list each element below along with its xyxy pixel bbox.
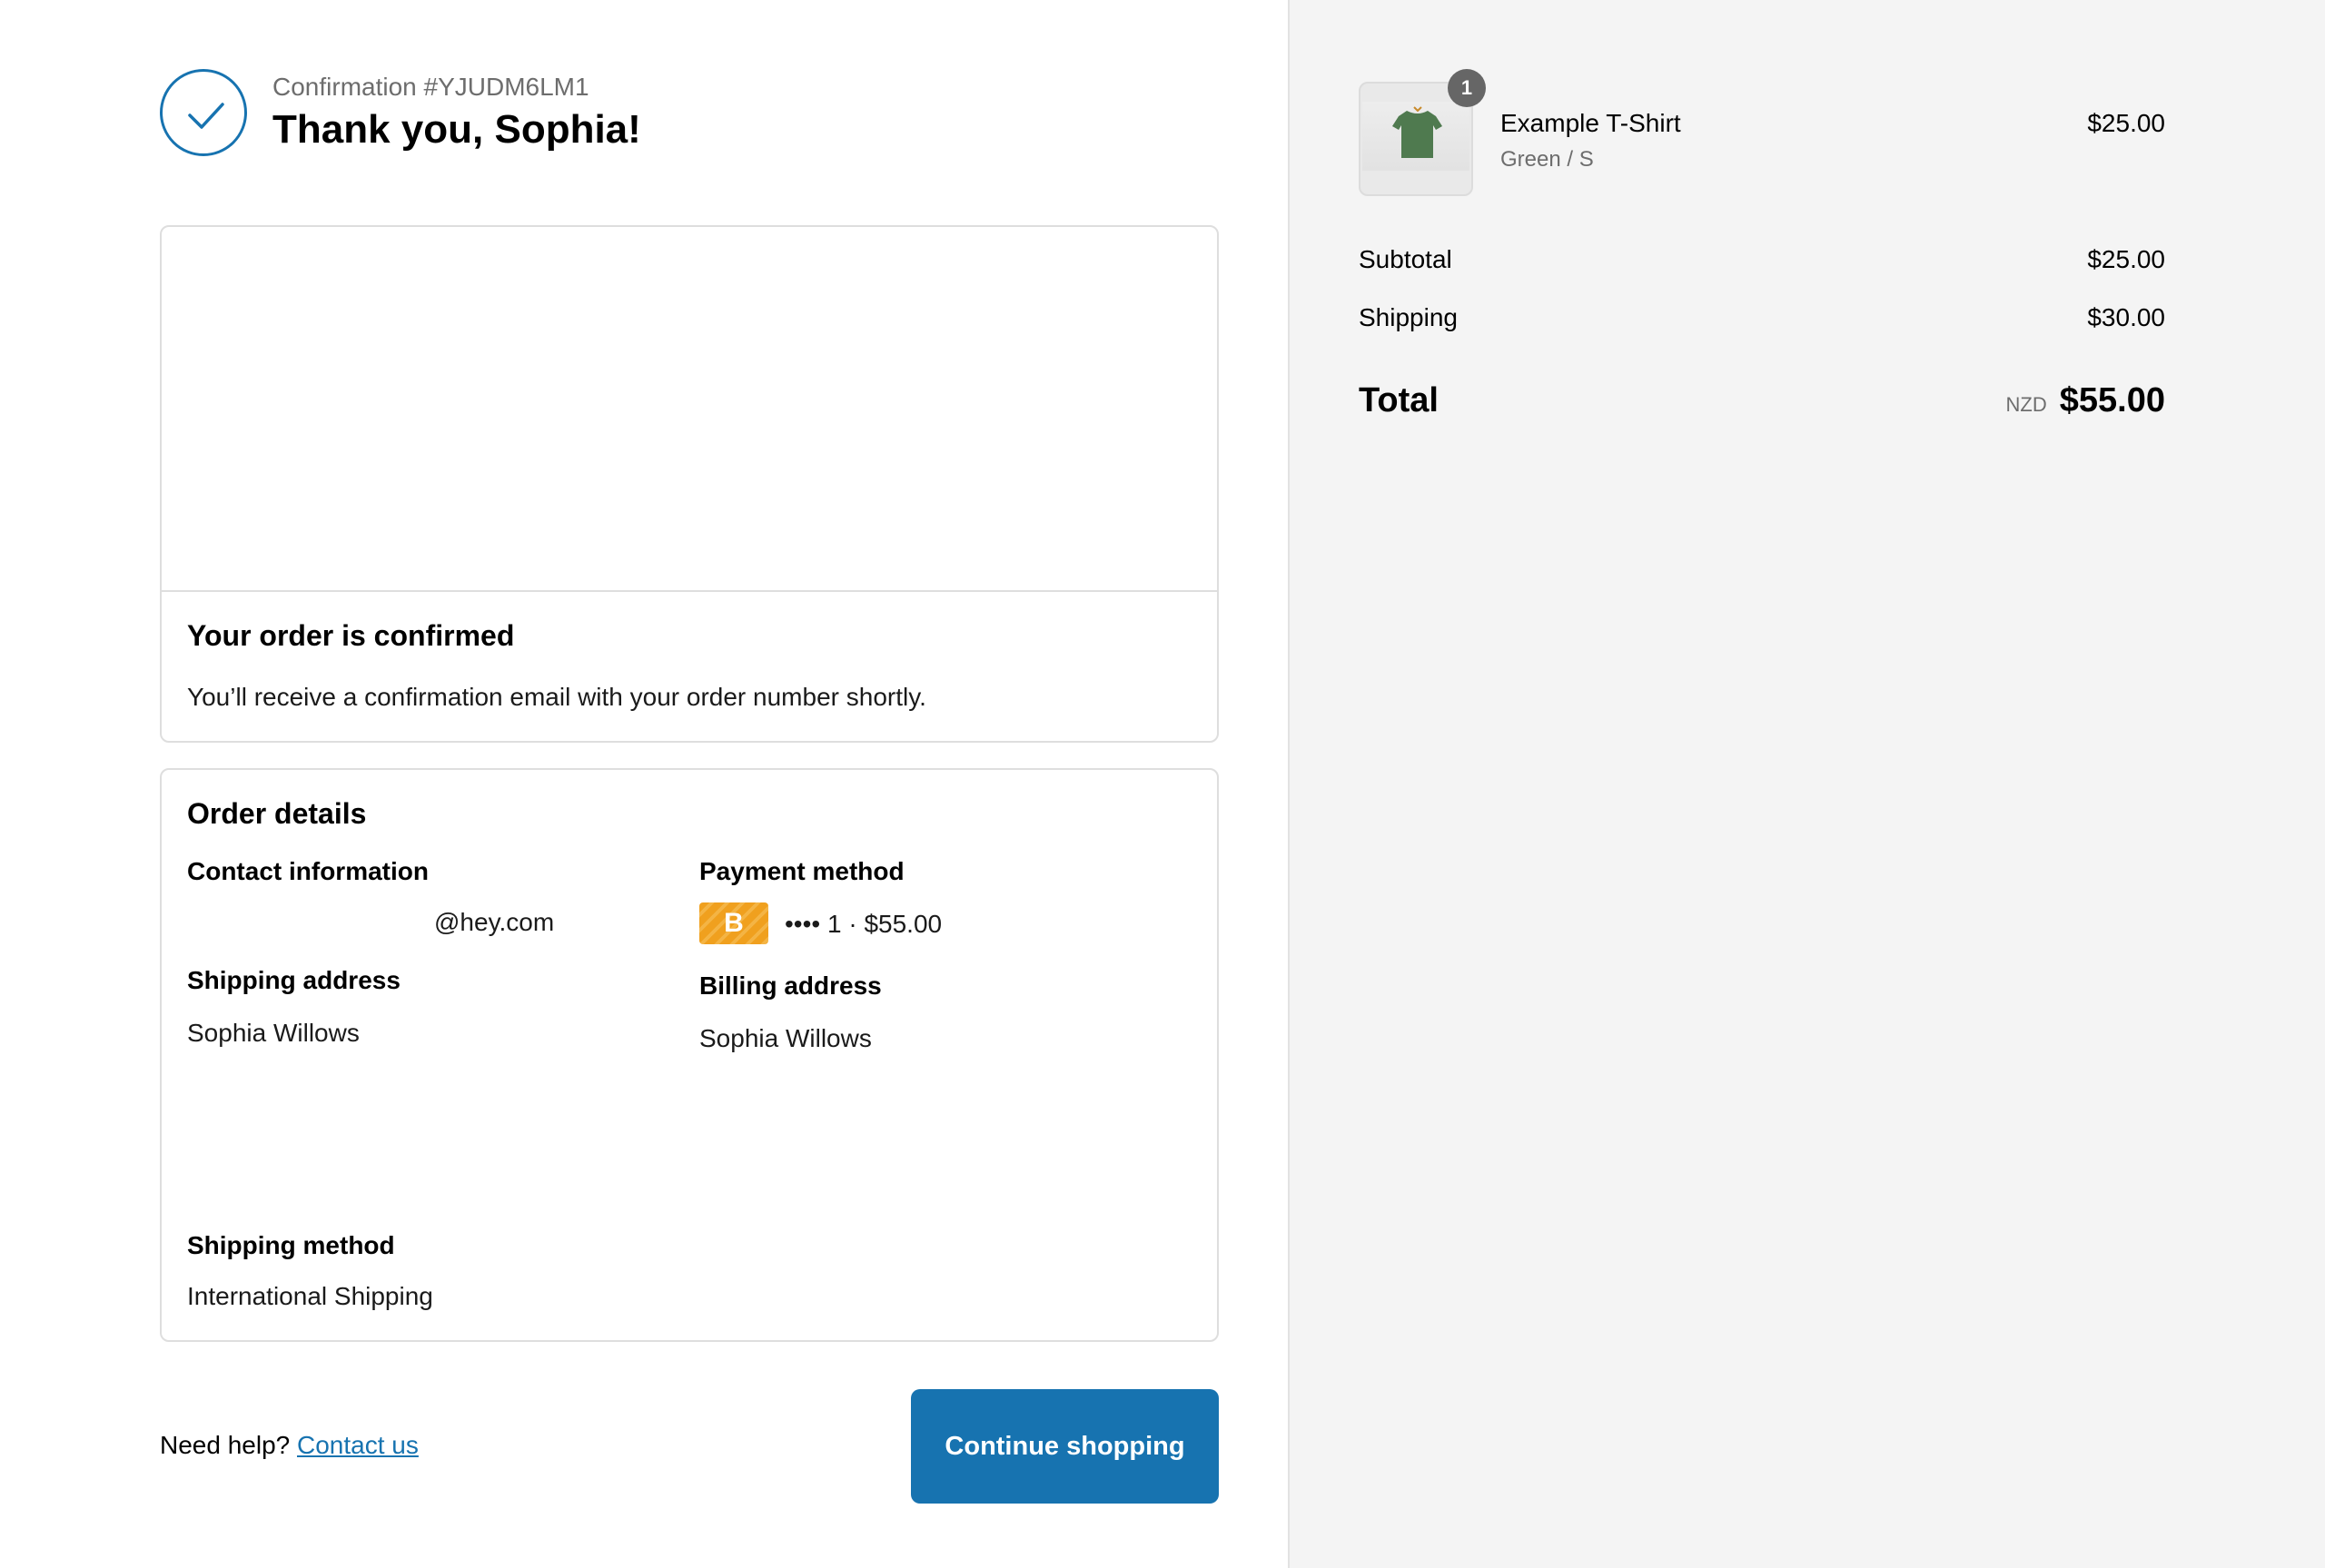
payment-card-badge: B: [699, 902, 768, 944]
subtotal-label: Subtotal: [1359, 245, 1452, 273]
shipping-label: Shipping: [1359, 303, 1458, 331]
tshirt-image: [1362, 102, 1469, 171]
total-value: $55.00: [2059, 381, 2165, 419]
map-placeholder: [162, 227, 1217, 592]
contact-information-label: Contact information: [187, 857, 429, 885]
page-title: Thank you, Sophia!: [272, 107, 641, 152]
shipping-method-value: International Shipping: [187, 1282, 433, 1310]
shipping-address-label: Shipping address: [187, 966, 401, 994]
order-details-card: Order details Contact information @hey.c…: [160, 768, 1219, 1342]
payment-method-value: •••• 1 · $55.00: [785, 910, 943, 938]
shipping-value: $30.00: [2087, 303, 2165, 331]
confirmation-number: Confirmation #YJUDM6LM1: [272, 73, 589, 101]
order-summary-panel: [1288, 0, 2325, 1568]
checkmark-circle-icon: [160, 69, 247, 156]
total-amount: NZD $55.00: [2006, 381, 2165, 420]
continue-shopping-button[interactable]: Continue shopping: [911, 1389, 1219, 1504]
contact-email: @hey.com: [434, 908, 555, 936]
contact-us-link[interactable]: Contact us: [297, 1431, 419, 1459]
main-panel: Confirmation #YJUDM6LM1 Thank you, Sophi…: [0, 0, 1288, 1568]
payment-method-label: Payment method: [699, 857, 905, 885]
order-confirmed-message: You’ll receive a confirmation email with…: [187, 683, 926, 711]
product-price: $25.00: [2087, 109, 2165, 137]
subtotal-value: $25.00: [2087, 245, 2165, 273]
order-details-title: Order details: [187, 797, 367, 830]
need-help-text: Need help? Contact us: [160, 1431, 419, 1460]
currency-code: NZD: [2005, 393, 2047, 416]
need-help-label: Need help?: [160, 1431, 291, 1459]
shipping-method-label: Shipping method: [187, 1231, 395, 1259]
total-label: Total: [1359, 381, 1439, 419]
order-status-card: Your order is confirmed You’ll receive a…: [160, 225, 1219, 743]
billing-address-name: Sophia Willows: [699, 1024, 872, 1052]
billing-address-label: Billing address: [699, 971, 882, 1000]
product-variant: Green / S: [1500, 147, 1594, 172]
product-name: Example T-Shirt: [1500, 109, 1681, 137]
shipping-address-name: Sophia Willows: [187, 1019, 360, 1047]
order-confirmed-title: Your order is confirmed: [187, 619, 515, 652]
quantity-badge: 1: [1448, 69, 1486, 107]
